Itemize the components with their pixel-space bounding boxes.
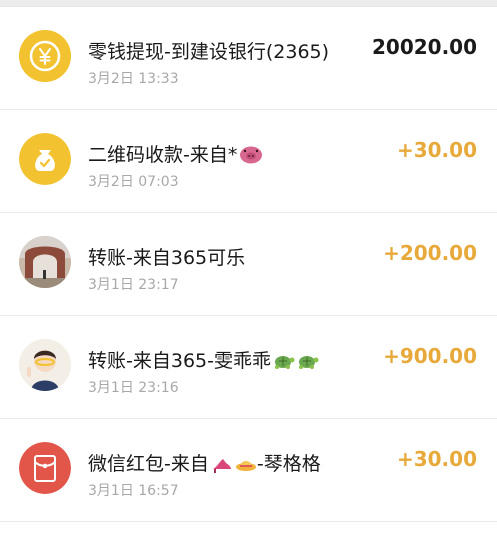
archway-photo-avatar xyxy=(19,236,71,288)
transaction-title: 二维码收款-来自* xyxy=(88,140,263,169)
transaction-time: 3月1日 16:57 xyxy=(88,483,179,499)
transaction-time: 3月2日 13:33 xyxy=(88,71,179,87)
transaction-amount: +200.00 xyxy=(383,241,477,265)
transaction-amount: +30.00 xyxy=(396,447,477,471)
pig-face-emoji-icon xyxy=(239,144,263,169)
transaction-title: 转账-来自365-雯乖乖 xyxy=(88,346,319,375)
transaction-title-text: 微信红包-来自 xyxy=(88,453,209,475)
money-bag-icon xyxy=(19,133,71,185)
transaction-title-text: 转账-来自365-雯乖乖 xyxy=(88,350,271,372)
transaction-time: 3月1日 23:17 xyxy=(88,277,179,293)
red-envelope-icon xyxy=(19,442,71,494)
transaction-amount: +900.00 xyxy=(383,344,477,368)
list-item[interactable]: 二维码收款-来自* 3月2日 07:03 +30.00 xyxy=(0,110,497,213)
list-item[interactable]: 零钱提现-到建设银行(2365) 3月2日 13:33 20020.00 xyxy=(0,7,497,110)
list-item[interactable]: 转账-来自365-雯乖乖 3月1日 23:16 +900.00 xyxy=(0,316,497,419)
turtle-emoji-icon xyxy=(297,352,319,375)
transaction-time: 3月2日 07:03 xyxy=(88,174,179,190)
transaction-title-text: 二维码收款-来自* xyxy=(88,144,238,166)
transaction-title: 转账-来自365可乐 xyxy=(88,247,246,269)
transaction-title-suffix: -琴格格 xyxy=(256,453,321,475)
transaction-amount: 20020.00 xyxy=(371,35,477,59)
turtle-emoji-icon xyxy=(273,352,295,375)
transaction-list: 零钱提现-到建设银行(2365) 3月2日 13:33 20020.00 二维码… xyxy=(0,6,497,534)
transaction-title: 零钱提现-到建设银行(2365) xyxy=(88,41,330,63)
sun-hat-emoji-icon xyxy=(235,455,257,478)
child-photo-avatar xyxy=(19,339,71,391)
transaction-title: 微信红包-来自 -琴格格 xyxy=(88,449,321,478)
transaction-time: 3月1日 23:16 xyxy=(88,380,179,396)
list-item[interactable]: 转账-来自365可乐 3月1日 23:17 +200.00 xyxy=(0,213,497,316)
yen-coin-icon xyxy=(19,30,71,82)
transaction-amount: +30.00 xyxy=(396,138,477,162)
list-item[interactable]: 微信红包-来自 -琴格格 3月1日 16:57 +30.00 xyxy=(0,419,497,522)
high-heel-emoji-icon xyxy=(211,455,233,478)
